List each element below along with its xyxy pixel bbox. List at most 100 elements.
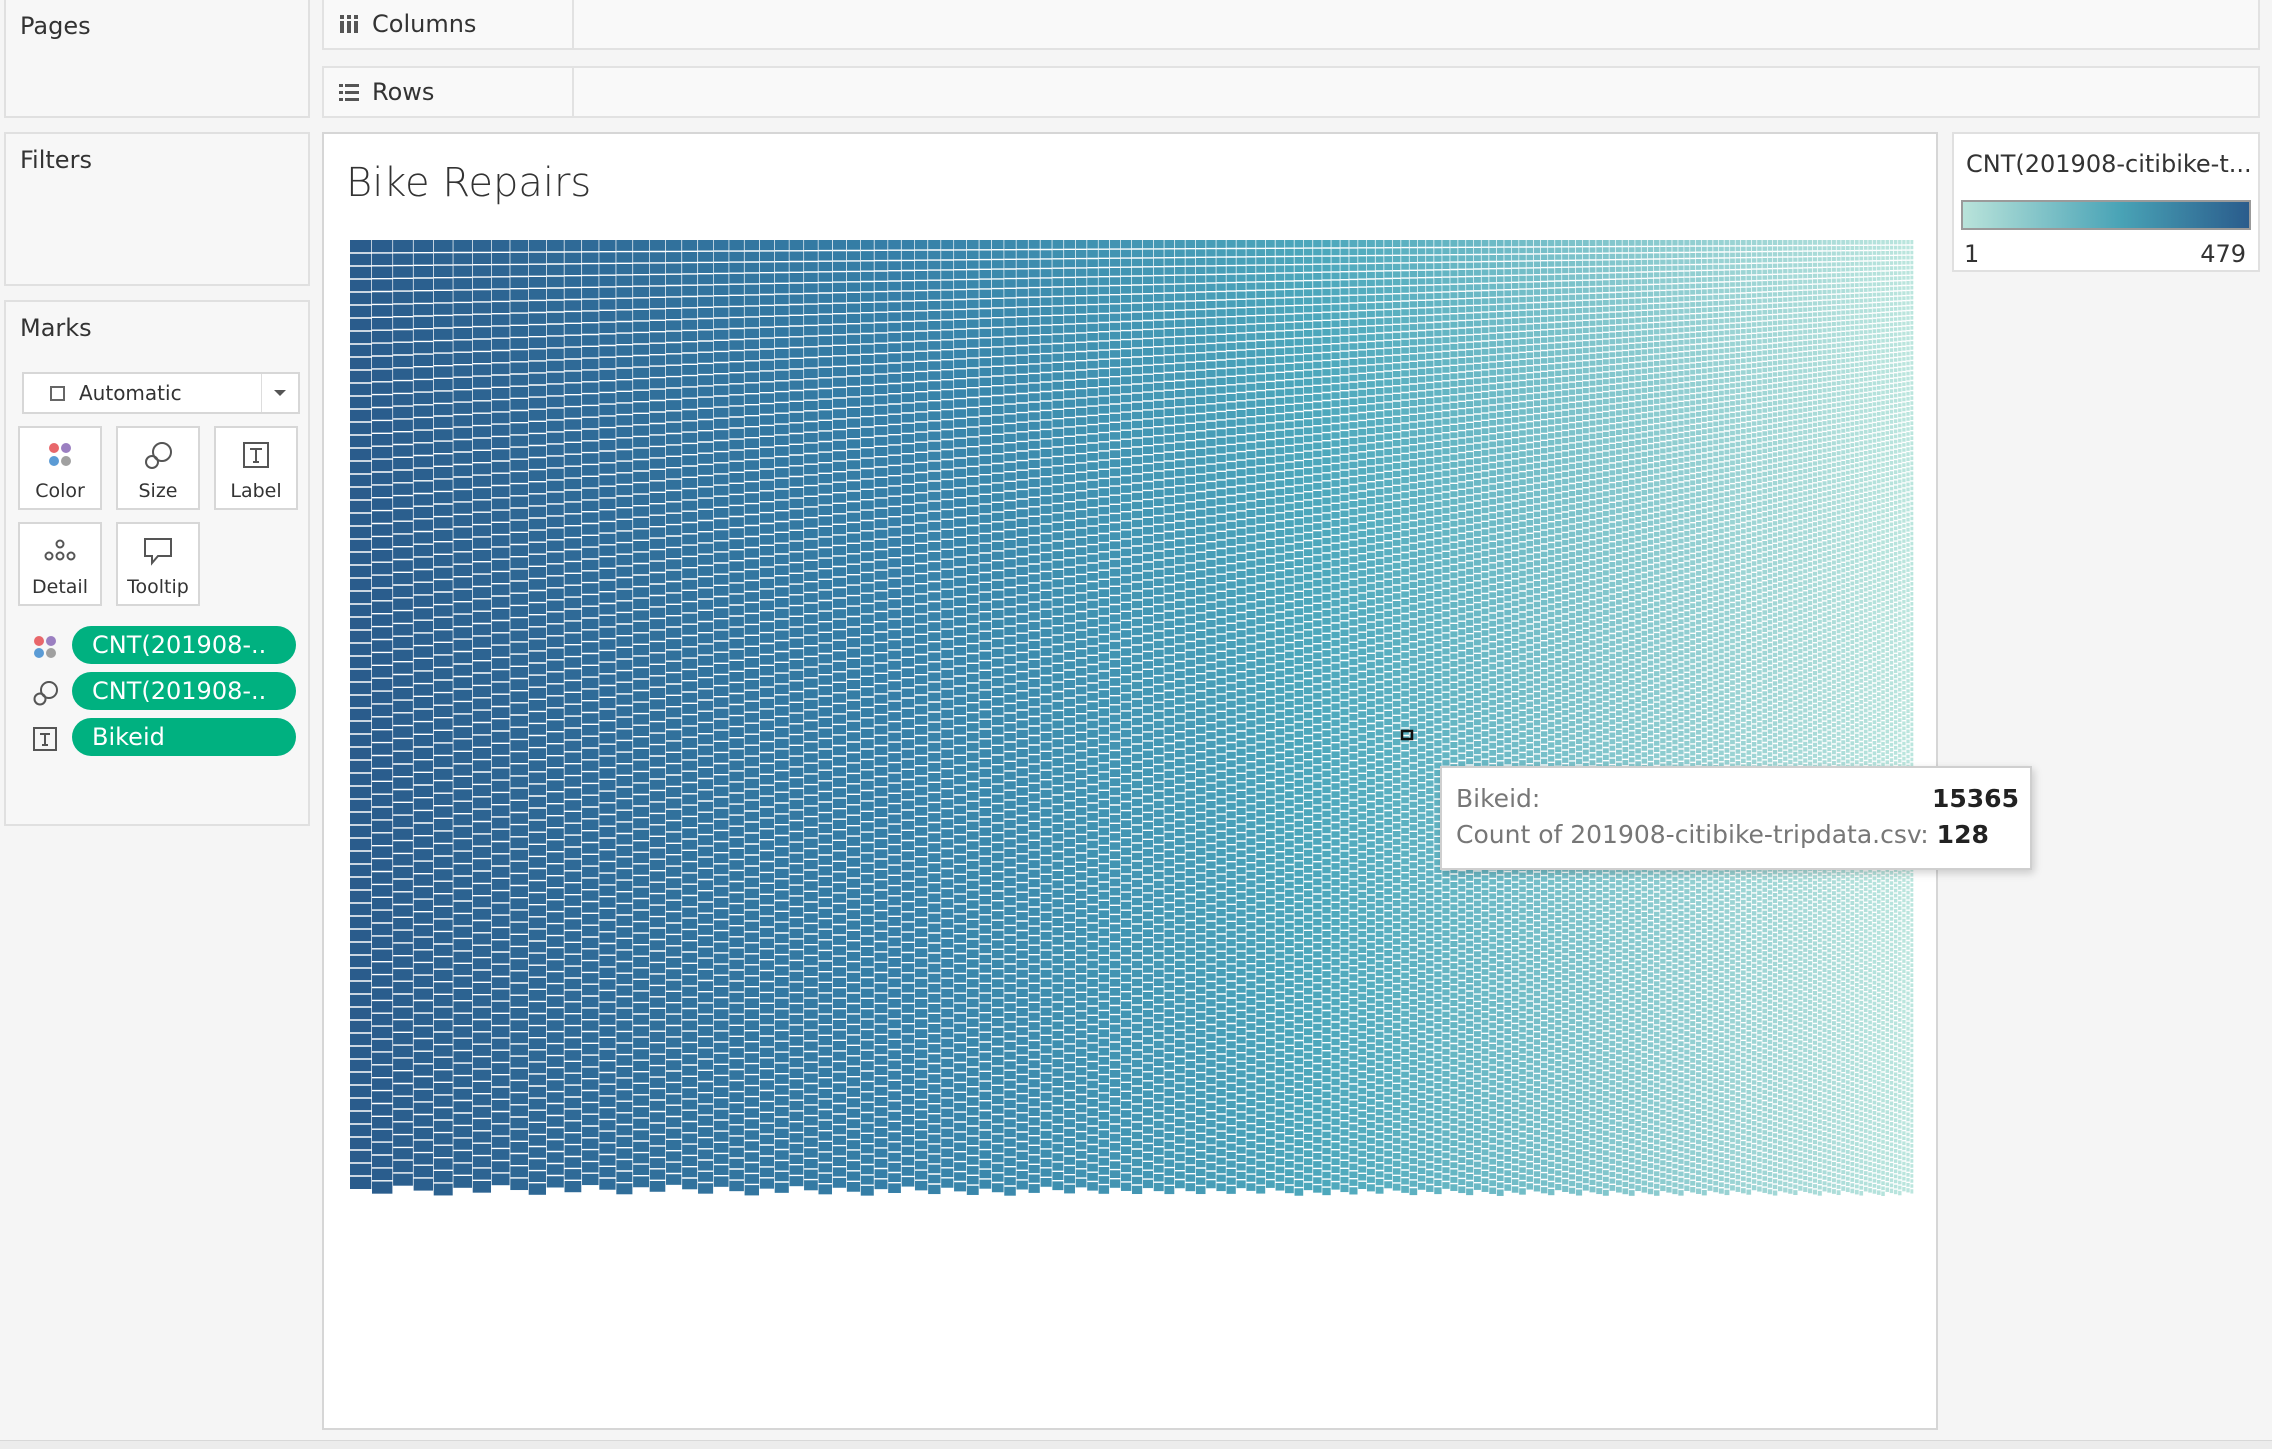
treemap-column[interactable] [1863,240,1869,1192]
treemap-column[interactable] [491,240,511,1186]
color-legend[interactable]: CNT(201908-citibike-t... 1 479 [1952,132,2260,272]
color-field-pill[interactable]: CNT(201908-.. [72,626,296,664]
legend-gradient-bar [1961,200,2251,230]
color-button-label: Color [35,480,85,502]
color-button[interactable]: Color [18,426,102,510]
treemap-column[interactable] [472,240,492,1193]
columns-icon [340,15,358,33]
treemap-column[interactable] [1349,240,1359,1195]
mark-type-dropdown[interactable]: Automatic [22,372,300,414]
treemap-row-separators [1696,245,1702,1189]
treemap-column[interactable] [1788,240,1794,1194]
treemap-column[interactable] [1569,240,1576,1194]
treemap-column[interactable] [1746,240,1752,1195]
treemap-column[interactable] [979,240,992,1189]
treemap-row-separators [1741,245,1747,1189]
treemap-column[interactable] [1660,240,1667,1192]
treemap-column[interactable] [713,240,730,1187]
treemap-column[interactable] [1294,240,1304,1196]
legend-max-value: 479 [2200,240,2246,268]
treemap-column[interactable] [1331,240,1341,1190]
treemap-column[interactable] [1401,240,1410,1193]
treemap-column[interactable] [1735,240,1742,1192]
label-button[interactable]: Label [214,426,298,510]
treemap-column[interactable] [1533,240,1541,1192]
treemap-column[interactable] [698,240,714,1194]
chevron-down-icon[interactable] [261,374,298,412]
treemap-column[interactable] [1589,240,1597,1193]
treemap-column[interactable] [1609,240,1616,1191]
treemap-column[interactable] [1358,240,1367,1189]
treemap-column[interactable] [966,240,980,1195]
size-field-pill[interactable]: CNT(201908-.. [72,672,296,710]
treemap-column[interactable] [1690,240,1696,1193]
color-dots-icon [32,634,58,664]
treemap-column[interactable] [1473,240,1482,1190]
columns-shelf[interactable]: Columns [322,0,2260,50]
treemap-column[interactable] [1718,240,1725,1194]
pages-title: Pages [20,12,91,40]
treemap-column[interactable] [1751,240,1758,1191]
treemap-column[interactable] [666,240,683,1185]
treemap-column[interactable] [1836,240,1842,1196]
treemap-column[interactable] [1762,240,1768,1193]
treemap-column[interactable] [941,240,955,1188]
treemap-column[interactable] [1654,240,1661,1196]
label-field-pill[interactable]: Bikeid [72,718,296,756]
treemap-column[interactable] [1384,240,1393,1189]
treemap-column[interactable] [846,240,861,1192]
treemap-column[interactable] [1185,240,1196,1192]
label-pill-row: Bikeid [32,718,300,758]
treemap-column[interactable] [1466,240,1474,1196]
treemap-column[interactable] [1052,240,1065,1191]
tooltip-value: 15365 [1932,784,2019,813]
treemap-column[interactable] [599,240,617,1190]
pages-panel[interactable]: Pages [4,0,310,118]
detail-button-label: Detail [32,576,88,598]
treemap-column[interactable] [804,240,819,1191]
tooltip-button-label: Tooltip [127,576,189,598]
treemap-column[interactable] [1450,240,1459,1191]
treemap-column[interactable] [1275,240,1286,1191]
tooltip-value: 128 [1936,820,1989,849]
treemap-column[interactable] [1120,240,1132,1191]
treemap-column[interactable] [546,240,565,1188]
treemap-column[interactable] [1016,240,1029,1190]
treemap-column[interactable] [1555,240,1563,1191]
label-button-label: Label [230,480,282,502]
treemap-column[interactable] [1827,240,1832,1193]
rows-shelf[interactable]: Rows [322,66,2260,118]
treemap-column[interactable] [1701,240,1708,1196]
treemap-row-separators [1064,248,1076,1185]
treemap-column[interactable] [1511,240,1520,1193]
treemap-column[interactable] [1087,240,1099,1191]
text-label-icon [241,440,271,475]
tooltip-row-count: Count of 201908-citibike-tripdata.csv: 1… [1456,818,2008,852]
treemap-row-separators [616,250,634,1184]
treemap-column[interactable] [649,240,667,1192]
legend-min-value: 1 [1964,240,1980,268]
square-icon [50,385,65,401]
treemap-column[interactable] [1841,240,1846,1191]
treemap-column[interactable] [1602,240,1610,1196]
treemap-column[interactable] [1303,240,1314,1191]
treemap-column[interactable] [1322,240,1332,1196]
treemap-column[interactable] [1803,240,1809,1192]
treemap-column[interactable] [1375,240,1385,1194]
size-button[interactable]: Size [116,426,200,510]
treemap-column[interactable] [1216,240,1227,1192]
treemap-column[interactable] [413,240,434,1191]
treemap-column[interactable] [1641,240,1648,1193]
marks-panel: Marks Automatic Color Size Label Detail … [4,300,310,826]
treemap-column[interactable] [1004,240,1017,1196]
treemap-column[interactable] [1707,240,1714,1191]
detail-button[interactable]: Detail [18,522,102,606]
color-dots-icon [45,440,75,475]
treemap-column[interactable] [1548,240,1556,1196]
tooltip-key: Bikeid: [1456,784,1541,813]
tooltip-button[interactable]: Tooltip [116,522,200,606]
treemap-column[interactable] [928,240,942,1195]
treemap-column[interactable] [528,240,547,1195]
filters-panel[interactable]: Filters [4,132,310,286]
mark-type-label: Automatic [79,381,182,405]
